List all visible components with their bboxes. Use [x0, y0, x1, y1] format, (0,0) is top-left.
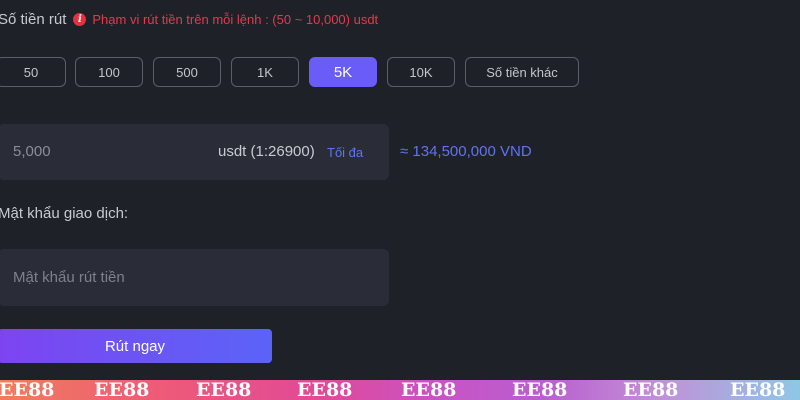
amount-label: Số tiền rút	[0, 11, 67, 28]
brand-logo: EE88	[401, 380, 457, 400]
quick-amount-10k[interactable]: 10K	[387, 57, 455, 87]
amount-value: 5,000	[13, 143, 51, 160]
max-amount-link[interactable]: Tối đa	[327, 145, 363, 160]
quick-amount-other[interactable]: Số tiền khác	[465, 57, 579, 87]
brand-logo: EE88	[196, 380, 252, 400]
quick-amount-500[interactable]: 500	[153, 57, 221, 87]
withdraw-button[interactable]: Rút ngay	[0, 329, 272, 363]
quick-amount-100[interactable]: 100	[75, 57, 143, 87]
info-icon: i	[73, 13, 87, 26]
currency-rate: usdt (1:26900)	[218, 143, 315, 160]
brand-banner: EE88 EE88 EE88 EE88 EE88 EE88 EE88 EE88	[0, 380, 800, 400]
quick-amount-1k[interactable]: 1K	[231, 57, 299, 87]
converted-amount: ≈ 134,500,000 VND	[400, 143, 532, 160]
password-input[interactable]	[0, 249, 389, 306]
amount-header: Số tiền rút i Phạm vi rút tiền trên mỗi …	[0, 11, 378, 28]
brand-logo: EE88	[297, 380, 353, 400]
quick-amount-5k[interactable]: 5K	[309, 57, 377, 87]
amount-input[interactable]: 5,000 usdt (1:26900) Tối đa	[0, 124, 389, 180]
brand-logo: EE88	[94, 380, 150, 400]
brand-logo: EE88	[730, 380, 786, 400]
brand-logo: EE88	[0, 380, 55, 400]
brand-logo: EE88	[512, 380, 568, 400]
password-label: Mật khẩu giao dịch:	[0, 205, 129, 222]
quick-amount-50[interactable]: 50	[0, 57, 66, 87]
range-hint: Phạm vi rút tiền trên mỗi lệnh : (50 ~ 1…	[92, 12, 379, 27]
brand-logo: EE88	[623, 380, 679, 400]
